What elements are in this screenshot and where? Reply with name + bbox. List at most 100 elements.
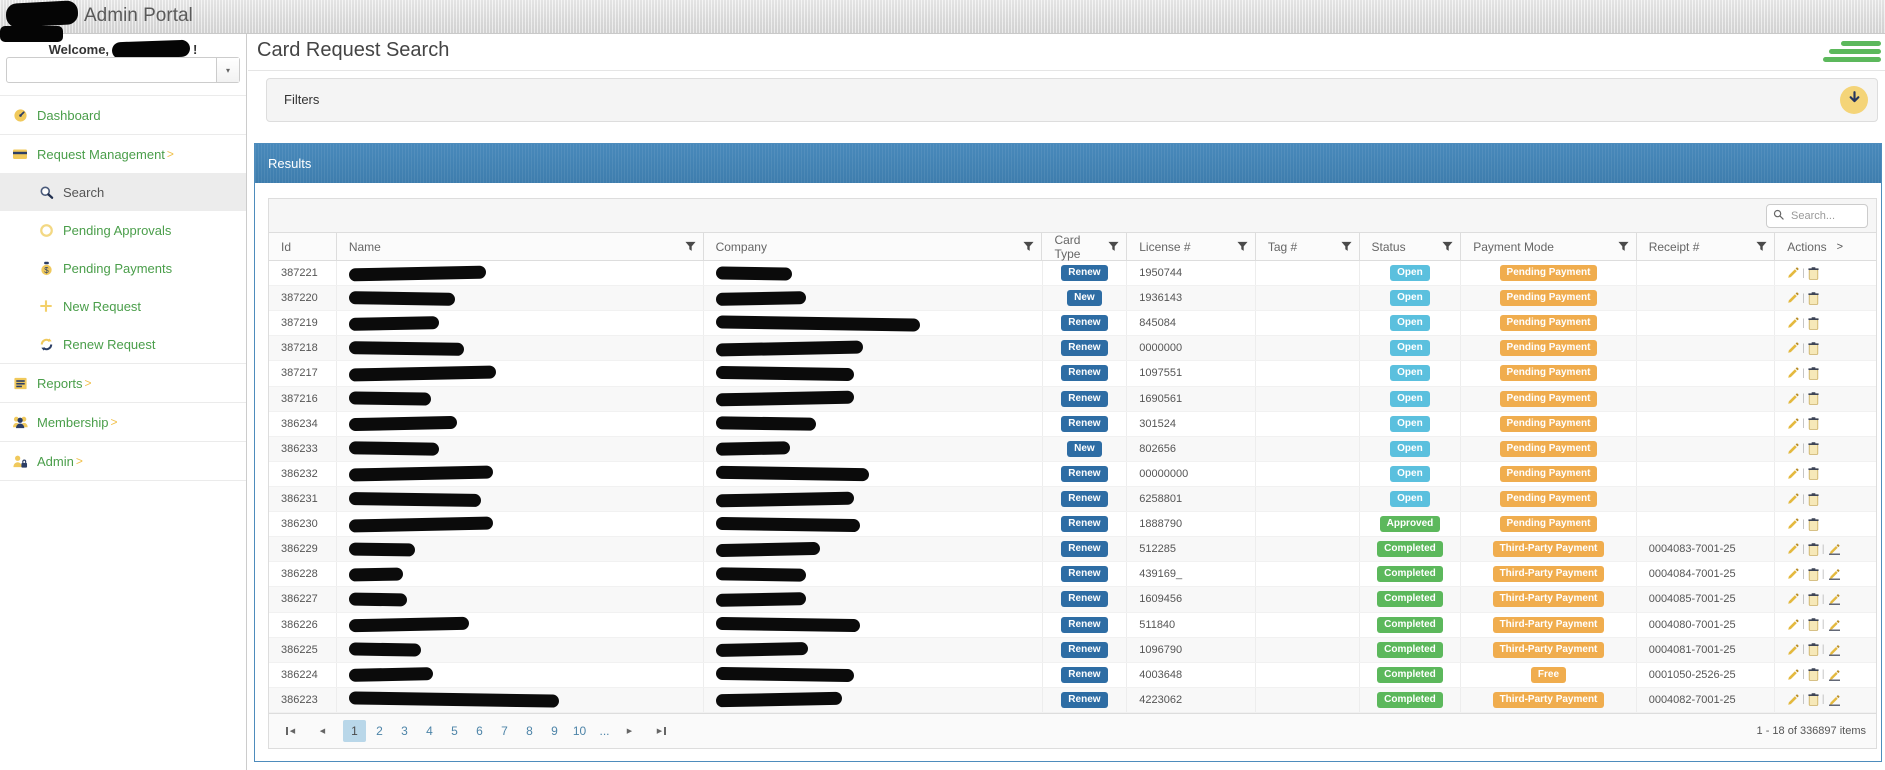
table-row[interactable]: 387220 New 1936143 Open Pending Payment | (269, 286, 1876, 312)
actions-expand-icon[interactable]: > (1837, 241, 1843, 253)
table-row[interactable]: 386225 Renew 1096790 Completed Third-Party P… (269, 637, 1876, 663)
last-page-button[interactable]: ▶ (650, 720, 673, 742)
first-page-button[interactable]: ◀ (279, 720, 302, 742)
page-button-3[interactable]: 3 (393, 720, 416, 742)
page-button-4[interactable]: 4 (418, 720, 441, 742)
table-row[interactable]: 386224 Renew 4003648 Completed Free 0001050-2… (269, 662, 1876, 688)
sidebar-combobox[interactable]: ▾ (6, 57, 240, 83)
sidebar-item-membership[interactable]: Membership > (0, 402, 246, 441)
copy-document-icon[interactable] (1808, 467, 1819, 481)
table-row[interactable]: 387216 Renew 1690561 Open Pending Payment | (269, 386, 1876, 412)
table-row[interactable]: 386231 Renew 6258801 Open Pending Payment | (269, 486, 1876, 513)
edit-icon[interactable] (1787, 593, 1799, 605)
column-header-actions[interactable]: Actions > (1775, 233, 1876, 260)
edit-icon[interactable] (1787, 694, 1799, 706)
previous-page-button[interactable]: ◀ (311, 720, 334, 742)
column-header-receipt-[interactable]: Receipt # (1637, 233, 1776, 260)
table-row[interactable]: 386227 Renew 1609456 Completed Third-Party P… (269, 587, 1876, 613)
table-row[interactable]: 387219 Renew 845084 Open Pending Payment | (269, 311, 1876, 337)
copy-document-icon[interactable] (1808, 367, 1819, 380)
edit-icon[interactable] (1787, 618, 1799, 631)
copy-document-icon[interactable] (1808, 266, 1819, 280)
column-header-status[interactable]: Status (1360, 233, 1462, 260)
combobox-dropdown-button[interactable]: ▾ (216, 58, 239, 82)
filter-funnel-icon[interactable] (1237, 241, 1248, 252)
copy-document-icon[interactable] (1808, 568, 1819, 581)
page-button-5[interactable]: 5 (443, 720, 466, 742)
sign-receipt-icon[interactable] (1828, 593, 1841, 606)
sidebar-item-search[interactable]: Search (0, 173, 246, 211)
filter-funnel-icon[interactable] (685, 241, 696, 252)
copy-document-icon[interactable] (1808, 542, 1819, 556)
table-row[interactable]: 386232 Renew 00000000 Open Pending Payment | (269, 461, 1876, 487)
copy-document-icon[interactable] (1808, 668, 1819, 682)
filter-funnel-icon[interactable] (1756, 241, 1767, 252)
sign-receipt-icon[interactable] (1828, 694, 1841, 706)
copy-document-icon[interactable] (1808, 442, 1819, 456)
sidebar-item-new-request[interactable]: New Request (0, 287, 246, 325)
table-row[interactable]: 386230 Renew 1888790 Approved Pending Paymen… (269, 512, 1876, 538)
filter-funnel-icon[interactable] (1023, 241, 1035, 252)
table-row[interactable]: 386234 Renew 301524 Open Pending Payment | (269, 411, 1876, 437)
sidebar-item-dashboard[interactable]: Dashboard (0, 95, 246, 134)
edit-icon[interactable] (1787, 568, 1799, 580)
sign-receipt-icon[interactable] (1828, 568, 1841, 581)
sign-receipt-icon[interactable] (1828, 543, 1841, 556)
edit-icon[interactable] (1787, 418, 1799, 430)
table-row[interactable]: 386228 Renew 439169_ Completed Third-Party P… (269, 562, 1876, 588)
edit-icon[interactable] (1787, 342, 1799, 354)
table-row[interactable]: 387221 Renew 1950744 Open Pending Payment | (269, 261, 1876, 287)
sign-receipt-icon[interactable] (1828, 669, 1841, 681)
collapse-filters-button[interactable] (1840, 86, 1868, 114)
edit-icon[interactable] (1787, 644, 1799, 656)
edit-icon[interactable] (1787, 669, 1799, 681)
copy-document-icon[interactable] (1808, 342, 1819, 355)
table-row[interactable]: 386229 Renew 512285 Completed Third-Party Pa… (269, 537, 1876, 563)
copy-document-icon[interactable] (1808, 417, 1819, 431)
column-header-id[interactable]: Id (269, 233, 337, 260)
edit-icon[interactable] (1787, 292, 1799, 304)
copy-document-icon[interactable] (1808, 593, 1819, 606)
copy-document-icon[interactable] (1808, 392, 1819, 405)
edit-icon[interactable] (1787, 367, 1799, 379)
sidebar-item-reports[interactable]: Reports > (0, 363, 246, 402)
edit-icon[interactable] (1787, 518, 1799, 530)
sign-receipt-icon[interactable] (1828, 644, 1841, 656)
sidebar-item-pending-payments[interactable]: $ Pending Payments (0, 249, 246, 287)
page-ellipsis-button[interactable]: ... (593, 720, 616, 742)
copy-document-icon[interactable] (1808, 517, 1819, 531)
edit-icon[interactable] (1787, 493, 1799, 505)
column-header-license-[interactable]: License # (1127, 233, 1256, 260)
column-header-payment-mode[interactable]: Payment Mode (1461, 233, 1637, 260)
sign-receipt-icon[interactable] (1828, 619, 1841, 631)
column-header-name[interactable]: Name (337, 233, 704, 260)
table-row[interactable]: 386223 Renew 4223062 Completed Third-Party P… (269, 687, 1876, 713)
grid-search-input[interactable] (1789, 209, 1861, 223)
copy-document-icon[interactable] (1808, 316, 1819, 330)
sidebar-combobox-input[interactable] (11, 59, 210, 83)
page-button-9[interactable]: 9 (543, 720, 566, 742)
sidebar-item-admin[interactable]: Admin > (0, 441, 246, 481)
copy-document-icon[interactable] (1808, 492, 1819, 506)
filter-funnel-icon[interactable] (1108, 241, 1119, 252)
edit-icon[interactable] (1787, 443, 1799, 455)
copy-document-icon[interactable] (1808, 291, 1819, 305)
next-page-button[interactable]: ▶ (618, 720, 641, 742)
copy-document-icon[interactable] (1808, 693, 1819, 707)
edit-icon[interactable] (1787, 267, 1799, 279)
filter-funnel-icon[interactable] (1618, 241, 1629, 252)
grid-search-box[interactable] (1766, 204, 1868, 228)
edit-icon[interactable] (1787, 468, 1799, 480)
page-button-2[interactable]: 2 (368, 720, 391, 742)
table-row[interactable]: 386233 New 802656 Open Pending Payment | (269, 436, 1876, 462)
filter-funnel-icon[interactable] (1442, 241, 1453, 252)
copy-document-icon[interactable] (1808, 618, 1819, 631)
edit-icon[interactable] (1787, 543, 1799, 555)
table-row[interactable]: 387217 Renew 1097551 Open Pending Payment | (269, 361, 1876, 387)
sidebar-item-renew-request[interactable]: Renew Request (0, 325, 246, 363)
table-row[interactable]: 386226 Renew 511840 Completed Third-Party Pa… (269, 612, 1876, 638)
copy-document-icon[interactable] (1808, 643, 1819, 656)
page-button-10[interactable]: 10 (568, 720, 591, 742)
page-button-8[interactable]: 8 (518, 720, 541, 742)
table-row[interactable]: 387218 Renew 0000000 Open Pending Payment | (269, 336, 1876, 362)
